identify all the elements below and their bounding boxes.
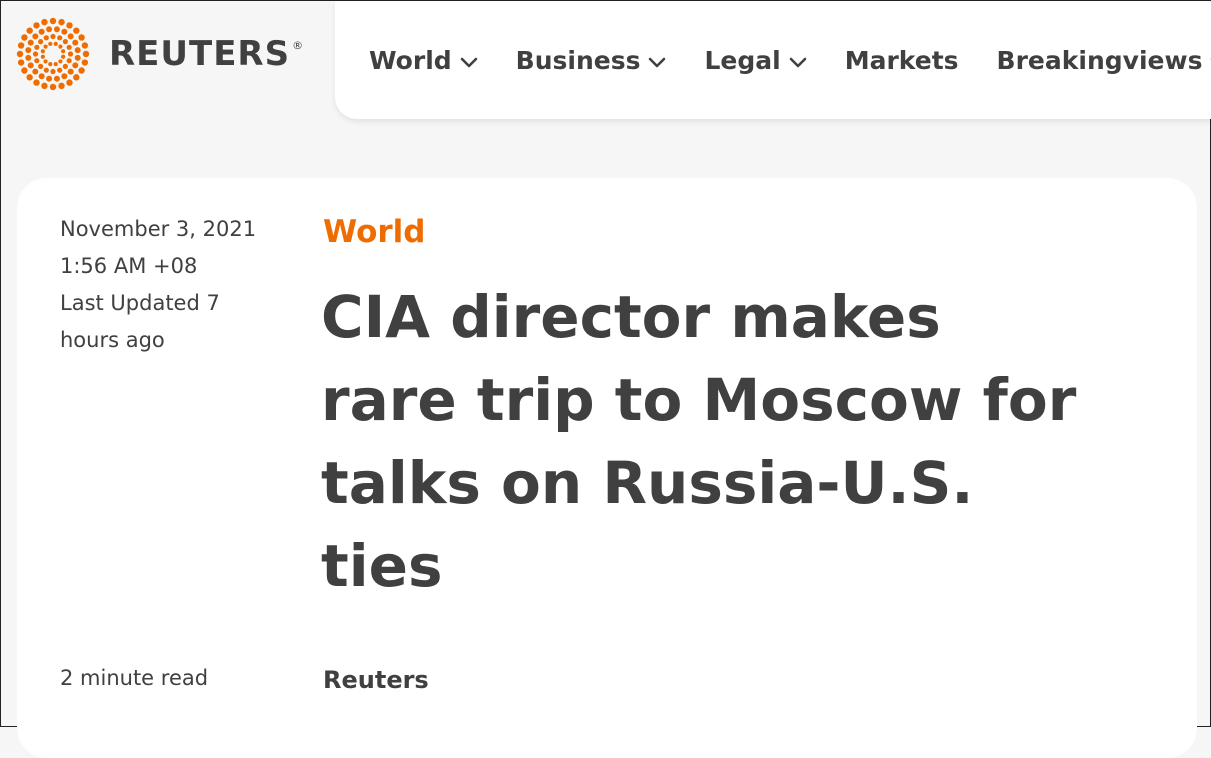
chevron-down-icon	[460, 46, 478, 75]
last-updated-ago: hours ago	[60, 328, 165, 352]
publish-time: 1:56 AM +08	[60, 254, 198, 278]
registered-mark: ®	[292, 39, 304, 52]
brand-name: REUTERS	[109, 34, 291, 74]
nav-item-business[interactable]: Business	[516, 46, 667, 75]
last-updated: Last Updated 7	[60, 291, 220, 315]
reuters-logo-icon	[16, 17, 90, 91]
nav-item-markets[interactable]: Markets	[845, 46, 959, 75]
nav-item-world[interactable]: World	[369, 46, 478, 75]
publish-date: November 3, 2021	[60, 217, 257, 241]
chevron-down-icon	[789, 46, 807, 75]
nav-item-label: World	[369, 45, 452, 75]
chevron-down-icon	[648, 46, 666, 75]
read-time: 2 minute read	[60, 666, 209, 690]
article-meta: November 3, 2021 1:56 AM +08 Last Update…	[60, 211, 280, 359]
nav-item-label: Markets	[844, 45, 959, 75]
site-header: REUTERS ® World Business Legal Markets B…	[1, 1, 1211, 141]
main-nav: World Business Legal Markets Breakingvie…	[335, 1, 1211, 119]
nav-item-breakingviews[interactable]: Breakingviews	[997, 46, 1211, 75]
category-link[interactable]: World	[323, 214, 426, 250]
reuters-logo[interactable]: REUTERS ®	[15, 17, 304, 91]
article-card: November 3, 2021 1:56 AM +08 Last Update…	[17, 178, 1197, 758]
byline: Reuters	[323, 666, 429, 694]
nav-item-legal[interactable]: Legal	[704, 45, 807, 75]
nav-item-label: Breakingviews	[996, 45, 1203, 75]
nav-item-label: Legal	[704, 45, 781, 75]
article-headline: CIA director makes rare trip to Moscow f…	[321, 283, 1077, 600]
nav-item-label: Business	[515, 45, 641, 75]
